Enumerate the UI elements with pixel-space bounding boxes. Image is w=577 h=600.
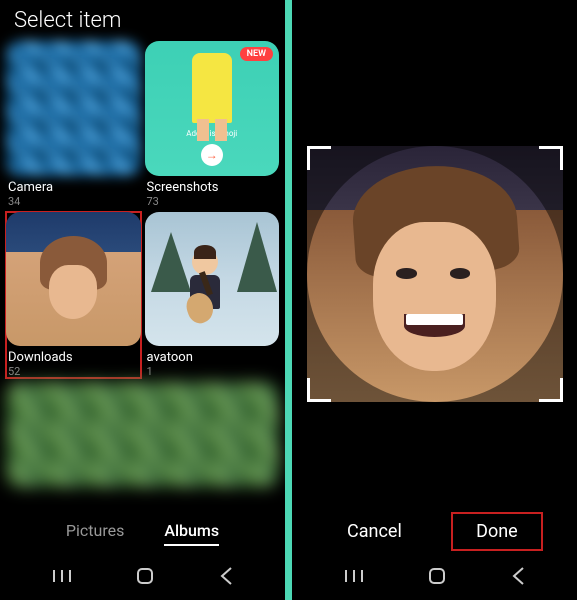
page-title: Select item [0,0,285,41]
recents-button[interactable] [52,568,72,584]
crop-area[interactable] [292,40,577,507]
album-thumbnail [6,212,141,347]
album-picker-screen: Select item Camera 34 NEW Add this emoji… [0,0,285,600]
album-downloads[interactable]: Downloads 52 [6,212,141,379]
album-count: 1 [145,365,280,378]
tree-decoration [237,222,277,292]
done-button[interactable]: Done [452,513,542,550]
crop-screen: Cancel Done [292,0,577,600]
albums-grid: Camera 34 NEW Add this emoji → Screensho… [0,41,285,487]
album-count: 52 [6,365,141,378]
album-camera[interactable]: Camera 34 [6,41,141,208]
tab-albums[interactable]: Albums [164,521,219,546]
android-navbar [0,556,285,600]
crop-image[interactable] [307,146,563,402]
album-thumbnail [145,212,280,347]
album-name: Screenshots [145,180,280,195]
album-extra[interactable] [6,382,279,487]
recents-button[interactable] [344,568,364,584]
crop-actions: Cancel Done [292,507,577,556]
thumb-caption: Add this emoji [186,129,237,138]
photo-content [307,146,563,402]
album-name: Camera [6,180,141,195]
home-button[interactable] [427,566,447,586]
android-navbar [292,556,577,600]
bottom-tabs: Pictures Albums [0,507,285,556]
album-count: 73 [145,195,280,208]
back-button[interactable] [511,566,525,586]
avatoon-character [185,249,225,329]
tab-pictures[interactable]: Pictures [66,521,124,546]
back-button[interactable] [219,566,233,586]
album-thumbnail: NEW Add this emoji → [145,41,280,176]
album-thumbnail [6,41,141,176]
home-button[interactable] [135,566,155,586]
album-name: avatoon [145,350,280,365]
album-avatoon[interactable]: avatoon 1 [145,212,280,379]
album-thumbnail [6,382,279,487]
cancel-button[interactable]: Cancel [327,513,422,550]
album-screenshots[interactable]: NEW Add this emoji → Screenshots 73 [145,41,280,208]
album-name: Downloads [6,350,141,365]
album-count: 34 [6,195,141,208]
emoji-character [192,53,232,123]
arrow-icon: → [201,144,223,166]
new-badge: NEW [240,47,273,61]
